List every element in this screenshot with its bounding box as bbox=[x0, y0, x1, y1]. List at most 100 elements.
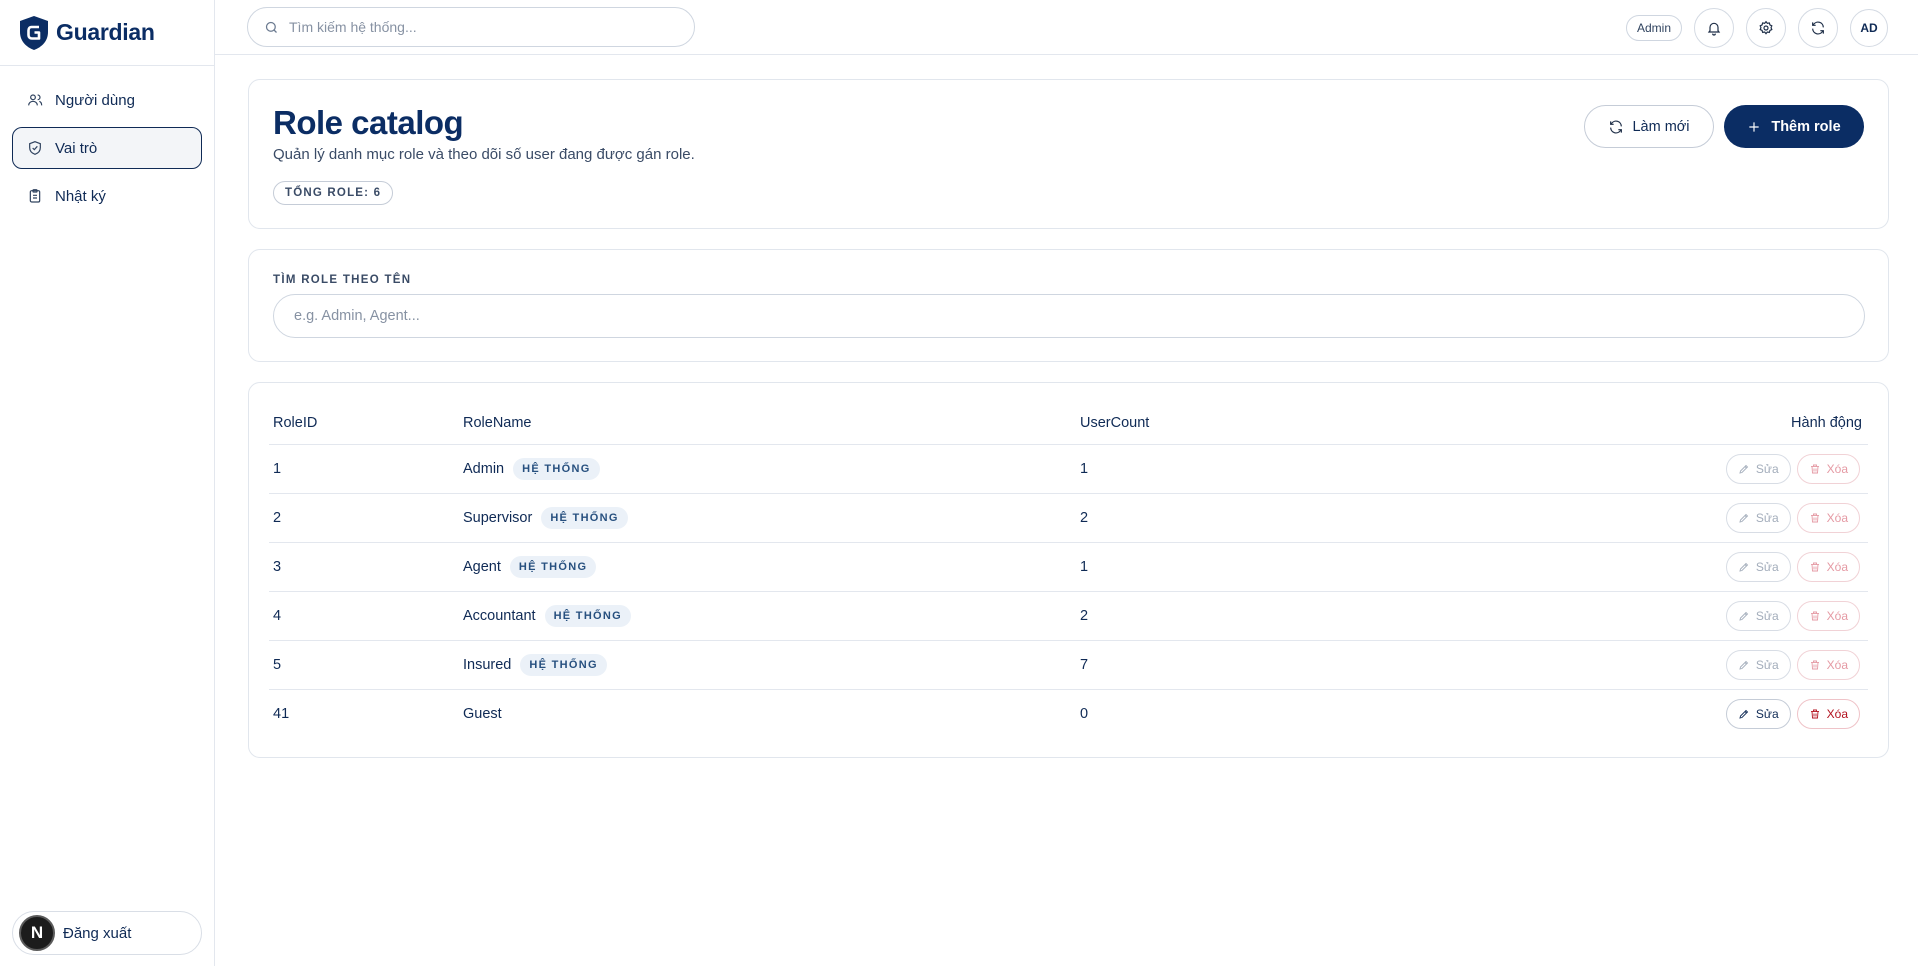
trash-icon bbox=[1810, 562, 1819, 571]
trash-icon bbox=[1810, 660, 1819, 669]
delete-label: Xóa bbox=[1826, 461, 1848, 476]
role-id-cell: 1 bbox=[269, 444, 459, 494]
role-name-cell: Guest bbox=[459, 689, 1076, 738]
table-row: 41 Guest 0 Sửa Xóa bbox=[269, 689, 1868, 738]
column-header-actions: Hành động bbox=[1596, 403, 1868, 445]
row-actions: Sửa Xóa bbox=[1600, 502, 1868, 533]
row-actions: Sửa Xóa bbox=[1600, 649, 1868, 680]
edit-role-button[interactable]: Sửa bbox=[1725, 551, 1791, 582]
table-row: 3 Agent HỆ THỐNG 1 Sửa Xóa bbox=[269, 542, 1868, 592]
row-actions: Sửa Xóa bbox=[1600, 551, 1868, 582]
column-header-roleid[interactable]: RoleID bbox=[269, 403, 459, 445]
users-icon bbox=[28, 94, 43, 106]
actions-cell: Sửa Xóa bbox=[1596, 444, 1868, 494]
pencil-icon bbox=[1739, 709, 1749, 719]
role-name-cell: Insured HỆ THỐNG bbox=[459, 640, 1076, 690]
sidebar-item-users[interactable]: Người dùng bbox=[12, 79, 202, 121]
delete-role-button[interactable]: Xóa bbox=[1796, 502, 1860, 533]
role-name: Agent bbox=[463, 558, 501, 575]
table-row: 5 Insured HỆ THỐNG 7 Sửa Xóa bbox=[269, 640, 1868, 690]
sidebar-item-label: Vai trò bbox=[55, 139, 98, 157]
edit-role-button[interactable]: Sửa bbox=[1725, 502, 1791, 533]
user-avatar[interactable]: AD bbox=[1850, 9, 1888, 47]
global-search[interactable] bbox=[247, 7, 695, 47]
pencil-icon bbox=[1739, 464, 1749, 474]
delete-role-button[interactable]: Xóa bbox=[1796, 551, 1860, 582]
page-title: Role catalog bbox=[273, 104, 464, 141]
delete-role-button[interactable]: Xóa bbox=[1796, 453, 1860, 484]
settings-button[interactable] bbox=[1746, 8, 1786, 48]
topbar: Admin AD bbox=[215, 0, 1918, 55]
role-filter-card: TÌM ROLE THEO TÊN bbox=[248, 249, 1889, 362]
user-count-cell: 1 bbox=[1076, 444, 1596, 494]
edit-role-button[interactable]: Sửa bbox=[1725, 600, 1791, 631]
trash-icon bbox=[1810, 513, 1819, 522]
role-search-input[interactable] bbox=[273, 294, 1865, 338]
system-role-tag: HỆ THỐNG bbox=[541, 506, 628, 529]
plus-icon bbox=[1749, 121, 1760, 132]
column-header-usercount[interactable]: UserCount bbox=[1076, 403, 1596, 445]
column-header-rolename[interactable]: RoleName bbox=[459, 403, 1076, 445]
logout-badge: N bbox=[19, 915, 55, 951]
role-name: Guest bbox=[463, 705, 502, 722]
logout-label: Đăng xuất bbox=[63, 924, 132, 942]
delete-role-button[interactable]: Xóa bbox=[1796, 600, 1860, 631]
edit-role-button[interactable]: Sửa bbox=[1725, 698, 1791, 729]
refresh-button[interactable]: Làm mới bbox=[1584, 105, 1714, 148]
trash-icon bbox=[1810, 611, 1819, 620]
pencil-icon bbox=[1739, 611, 1749, 621]
sidebar-item-label: Nhật ký bbox=[55, 187, 106, 205]
role-name-wrap: Accountant HỆ THỐNG bbox=[463, 604, 1076, 627]
row-actions: Sửa Xóa bbox=[1600, 698, 1868, 729]
pencil-icon bbox=[1739, 562, 1749, 572]
edit-label: Sửa bbox=[1755, 461, 1779, 476]
actions-cell: Sửa Xóa bbox=[1596, 493, 1868, 543]
bell-icon bbox=[1707, 22, 1721, 36]
user-count-cell: 2 bbox=[1076, 493, 1596, 543]
add-role-label: Thêm role bbox=[1771, 118, 1841, 135]
user-count-cell: 1 bbox=[1076, 542, 1596, 592]
role-name-cell: Accountant HỆ THỐNG bbox=[459, 591, 1076, 641]
roles-table: RoleID RoleName UserCount Hành động 1 Adm… bbox=[269, 403, 1868, 738]
gear-icon bbox=[1759, 20, 1773, 35]
role-name-wrap: Supervisor HỆ THỐNG bbox=[463, 506, 1076, 529]
guardian-logo-icon bbox=[20, 15, 48, 50]
sidebar-item-label: Người dùng bbox=[55, 91, 135, 109]
actions-cell: Sửa Xóa bbox=[1596, 591, 1868, 641]
sync-button[interactable] bbox=[1798, 8, 1838, 48]
edit-role-button[interactable]: Sửa bbox=[1725, 649, 1791, 680]
role-name: Admin bbox=[463, 460, 505, 477]
brand[interactable]: Guardian bbox=[0, 0, 214, 66]
actions-cell: Sửa Xóa bbox=[1596, 542, 1868, 592]
role-name-cell: Agent HỆ THỐNG bbox=[459, 542, 1076, 592]
refresh-icon bbox=[1610, 120, 1623, 133]
delete-role-button[interactable]: Xóa bbox=[1796, 698, 1860, 729]
edit-role-button[interactable]: Sửa bbox=[1725, 453, 1791, 484]
edit-label: Sửa bbox=[1755, 657, 1779, 672]
role-name-cell: Admin HỆ THỐNG bbox=[459, 444, 1076, 494]
brand-name: Guardian bbox=[56, 19, 155, 45]
roles-table-card: RoleID RoleName UserCount Hành động 1 Adm… bbox=[248, 382, 1889, 758]
shield-check-icon bbox=[29, 141, 41, 155]
edit-label: Sửa bbox=[1755, 608, 1779, 623]
trash-icon bbox=[1810, 464, 1819, 473]
pencil-icon bbox=[1739, 513, 1749, 523]
logout-button[interactable]: N Đăng xuất bbox=[12, 911, 202, 955]
role-search-label: TÌM ROLE THEO TÊN bbox=[273, 274, 412, 286]
role-name: Insured bbox=[463, 656, 512, 673]
topbar-actions: Admin AD bbox=[1625, 8, 1888, 48]
delete-role-button[interactable]: Xóa bbox=[1796, 649, 1860, 680]
add-role-button[interactable]: Thêm role bbox=[1724, 105, 1864, 148]
table-row: 4 Accountant HỆ THỐNG 2 Sửa Xóa bbox=[269, 591, 1868, 641]
role-name-cell: Supervisor HỆ THỐNG bbox=[459, 493, 1076, 543]
role-name-wrap: Admin HỆ THỐNG bbox=[463, 457, 1076, 480]
system-role-tag: HỆ THỐNG bbox=[513, 457, 600, 480]
role-catalog-header: Role catalog Quản lý danh mục role và th… bbox=[248, 79, 1889, 229]
notifications-button[interactable] bbox=[1694, 8, 1734, 48]
sidebar-item-logs[interactable]: Nhật ký bbox=[12, 175, 202, 217]
sidebar-item-roles[interactable]: Vai trò bbox=[12, 127, 202, 169]
global-search-input[interactable] bbox=[289, 19, 669, 35]
system-role-tag: HỆ THỐNG bbox=[509, 555, 597, 578]
delete-label: Xóa bbox=[1826, 657, 1848, 672]
table-row: 1 Admin HỆ THỐNG 1 Sửa Xóa bbox=[269, 444, 1868, 494]
